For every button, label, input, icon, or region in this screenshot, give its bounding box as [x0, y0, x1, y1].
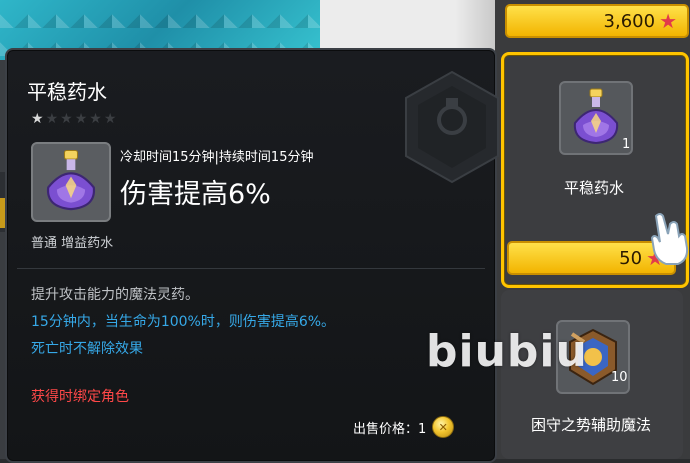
star-icon: ★: [45, 111, 59, 127]
purple-potion-icon: [31, 142, 111, 222]
cooldown-duration: 冷却时间15分钟|持续时间15分钟: [120, 150, 314, 165]
slot-name: 平稳药水: [563, 179, 624, 197]
top-price-bar: 3,600 ★: [505, 4, 689, 38]
top-price-value: 3,600: [603, 10, 656, 32]
gold-coin-icon: ✕: [432, 416, 455, 438]
potion-emblem-icon: [405, 70, 499, 184]
star-icon: ★: [74, 111, 88, 127]
item-title: 平稳药水: [27, 80, 107, 104]
item-description: 提升攻击能力的魔法灵药。: [31, 287, 199, 303]
watermark: biubiu: [426, 326, 588, 377]
divider: [17, 268, 485, 269]
item-tooltip: 平稳药水 ★ ★ ★ ★ ★ ★ 冷却时间15分钟|持续时间15分钟 伤害提高6…: [5, 48, 499, 463]
red-star-icon: ★: [659, 9, 677, 33]
star-icon: ★: [89, 111, 102, 127]
item-type: 普通 增益药水: [31, 236, 114, 251]
effect-detail: 15分钟内，当生命为100%时，则伤害提高6%。: [31, 314, 336, 330]
death-note: 死亡时不解除效果: [31, 341, 143, 357]
bind-note: 获得时绑定角色: [31, 389, 129, 405]
star-icon: ★: [60, 111, 73, 127]
sell-price-label: 出售价格：1: [353, 421, 427, 437]
slot-count: 1: [622, 137, 631, 152]
slot-price-value: 50: [619, 247, 643, 269]
slot-name: 困守之势辅助魔法: [530, 416, 651, 434]
star-icon: ★: [31, 111, 44, 127]
effect-summary: 伤害提高6%: [120, 179, 271, 210]
sell-price: 出售价格：1 ✕: [353, 416, 455, 438]
slot-count: 10: [611, 370, 628, 385]
star-icon: ★: [103, 111, 117, 127]
rarity-stars: ★ ★ ★ ★ ★ ★: [31, 112, 116, 126]
pointer-hand-icon: [648, 210, 690, 270]
